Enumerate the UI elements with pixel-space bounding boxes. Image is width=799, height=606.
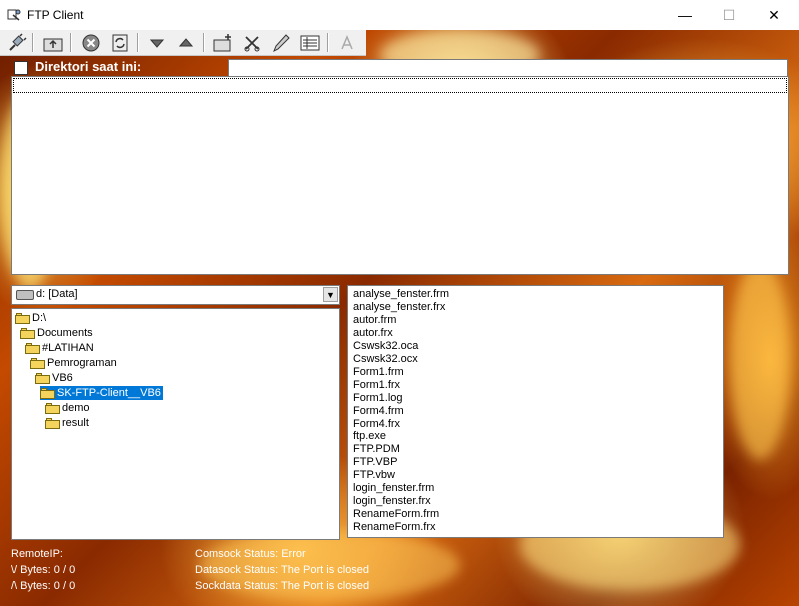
- delete-button[interactable]: [240, 32, 263, 54]
- tree-node-label: result: [62, 417, 89, 429]
- ftp-client-window: FTP Client — ☐ ✕ Direktori saat ini: d: …: [0, 0, 799, 606]
- current-directory-label: Direktori saat ini:: [35, 59, 142, 74]
- file-list-item[interactable]: login_fenster.frm: [353, 482, 434, 495]
- toolbar-separator: [137, 33, 139, 52]
- drive-select-value: d: [Data]: [36, 288, 78, 300]
- folder-icon: [40, 387, 55, 399]
- rename-icon: [272, 34, 290, 53]
- stop-icon: [82, 34, 99, 52]
- new-folder-button[interactable]: [211, 32, 234, 54]
- tree-node-label: Documents: [37, 327, 93, 339]
- tree-node[interactable]: result: [45, 416, 91, 430]
- maximize-button[interactable]: ☐: [706, 0, 752, 30]
- tree-node-label: demo: [62, 402, 90, 414]
- remote-file-list[interactable]: [11, 76, 789, 275]
- sockdata-status: Sockdata Status: The Port is closed: [195, 580, 370, 592]
- tree-node-label: #LATIHAN: [42, 342, 94, 354]
- current-directory-row: Direktori saat ini:: [12, 59, 788, 77]
- upload-icon: [178, 38, 193, 47]
- comsock-status: Comsock Status: Error: [195, 548, 306, 560]
- file-list-item[interactable]: autor.frx: [353, 327, 393, 340]
- connect-icon: [8, 33, 27, 51]
- font-button[interactable]: [335, 32, 358, 54]
- tree-node[interactable]: VB6: [35, 371, 75, 385]
- file-list-item[interactable]: FTP.vbw: [353, 469, 395, 482]
- file-list-item[interactable]: RenameForm.frx: [353, 521, 436, 534]
- folder-icon: [15, 312, 30, 324]
- delete-icon: [244, 36, 259, 52]
- folder-icon: [20, 327, 35, 339]
- file-list-item[interactable]: FTP.PDM: [353, 443, 400, 456]
- tree-node[interactable]: D:\: [15, 311, 48, 325]
- current-directory-field[interactable]: [228, 59, 788, 77]
- file-list-item[interactable]: Form1.frx: [353, 379, 400, 392]
- toolbar-separator: [327, 33, 329, 52]
- file-list-item[interactable]: analyse_fenster.frx: [353, 301, 445, 314]
- tree-node[interactable]: SK-FTP-Client__VB6: [40, 386, 163, 400]
- connect-button[interactable]: [5, 32, 28, 54]
- tree-node[interactable]: #LATIHAN: [25, 341, 96, 355]
- close-button[interactable]: ✕: [751, 0, 797, 30]
- title-bar: FTP Client — ☐ ✕: [0, 0, 799, 30]
- toolbar-separator: [32, 33, 34, 52]
- list-focus-rect: [13, 78, 787, 93]
- folder-icon: [45, 417, 60, 429]
- new-folder-icon: [213, 34, 231, 52]
- minimize-button[interactable]: —: [662, 0, 708, 30]
- file-list-item[interactable]: Cswsk32.ocx: [353, 353, 418, 366]
- folder-icon: [30, 357, 45, 369]
- refresh-button[interactable]: [108, 32, 131, 54]
- bytes-down-label: \/ Bytes: 0 / 0: [11, 564, 76, 576]
- flame-decoration: [730, 260, 790, 460]
- toolbar-separator: [70, 33, 72, 52]
- dropdown-arrow-icon[interactable]: ▼: [323, 287, 338, 302]
- tree-node[interactable]: demo: [45, 401, 92, 415]
- folder-icon: [25, 342, 40, 354]
- refresh-icon: [112, 34, 127, 52]
- parent-folder-button[interactable]: [41, 32, 64, 54]
- app-icon: [7, 9, 21, 21]
- toolbar: [0, 30, 366, 56]
- remote-ip-label: RemoteIP:: [11, 548, 63, 560]
- parent-folder-icon: [43, 38, 62, 52]
- file-list-item[interactable]: Cswsk32.oca: [353, 340, 418, 353]
- file-list-item[interactable]: autor.frm: [353, 314, 396, 327]
- tree-node[interactable]: Documents: [20, 326, 95, 340]
- view-list-button[interactable]: [298, 32, 321, 54]
- file-list-item[interactable]: RenameForm.frm: [353, 508, 439, 521]
- toolbar-separator: [203, 33, 205, 52]
- local-file-list[interactable]: analyse_fenster.frm analyse_fenster.frx au…: [347, 285, 724, 538]
- file-list-item[interactable]: analyse_fenster.frm: [353, 288, 449, 301]
- stop-button[interactable]: [79, 32, 102, 54]
- font-icon: [340, 35, 353, 50]
- tree-node[interactable]: Pemrograman: [30, 356, 119, 370]
- file-list-item[interactable]: login_fenster.frx: [353, 495, 431, 508]
- folder-icon: [45, 402, 60, 414]
- directory-tree[interactable]: D:\ Documents #LATIHAN Pemrograman VB6 SK-FTP…: [11, 308, 340, 540]
- tree-node-label: SK-FTP-Client__VB6: [57, 387, 161, 399]
- directory-checkbox[interactable]: [14, 61, 28, 75]
- file-list-item[interactable]: FTP.VBP: [353, 456, 397, 469]
- file-list-item[interactable]: Form4.frm: [353, 405, 404, 418]
- tree-node-label: VB6: [52, 372, 73, 384]
- folder-icon: [35, 372, 50, 384]
- download-button[interactable]: [145, 32, 168, 54]
- tree-node-label: D:\: [32, 312, 47, 324]
- drive-select[interactable]: d: [Data] ▼: [11, 285, 340, 305]
- drive-icon: [16, 290, 34, 300]
- file-list-item[interactable]: Form4.frx: [353, 418, 400, 431]
- view-list-icon: [300, 35, 319, 51]
- rename-button[interactable]: [269, 32, 292, 54]
- download-icon: [149, 39, 164, 48]
- file-list-item[interactable]: ftp.exe: [353, 430, 386, 443]
- window-title: FTP Client: [27, 8, 84, 22]
- file-list-item[interactable]: Form1.log: [353, 392, 403, 405]
- upload-button[interactable]: [174, 32, 197, 54]
- file-list-item[interactable]: Form1.frm: [353, 366, 404, 379]
- datasock-status: Datasock Status: The Port is closed: [195, 564, 370, 576]
- bytes-up-label: /\ Bytes: 0 / 0: [11, 580, 76, 592]
- client-area: Direktori saat ini: d: [Data] ▼ D:\ Docum…: [0, 30, 799, 606]
- tree-node-label: Pemrograman: [47, 357, 117, 369]
